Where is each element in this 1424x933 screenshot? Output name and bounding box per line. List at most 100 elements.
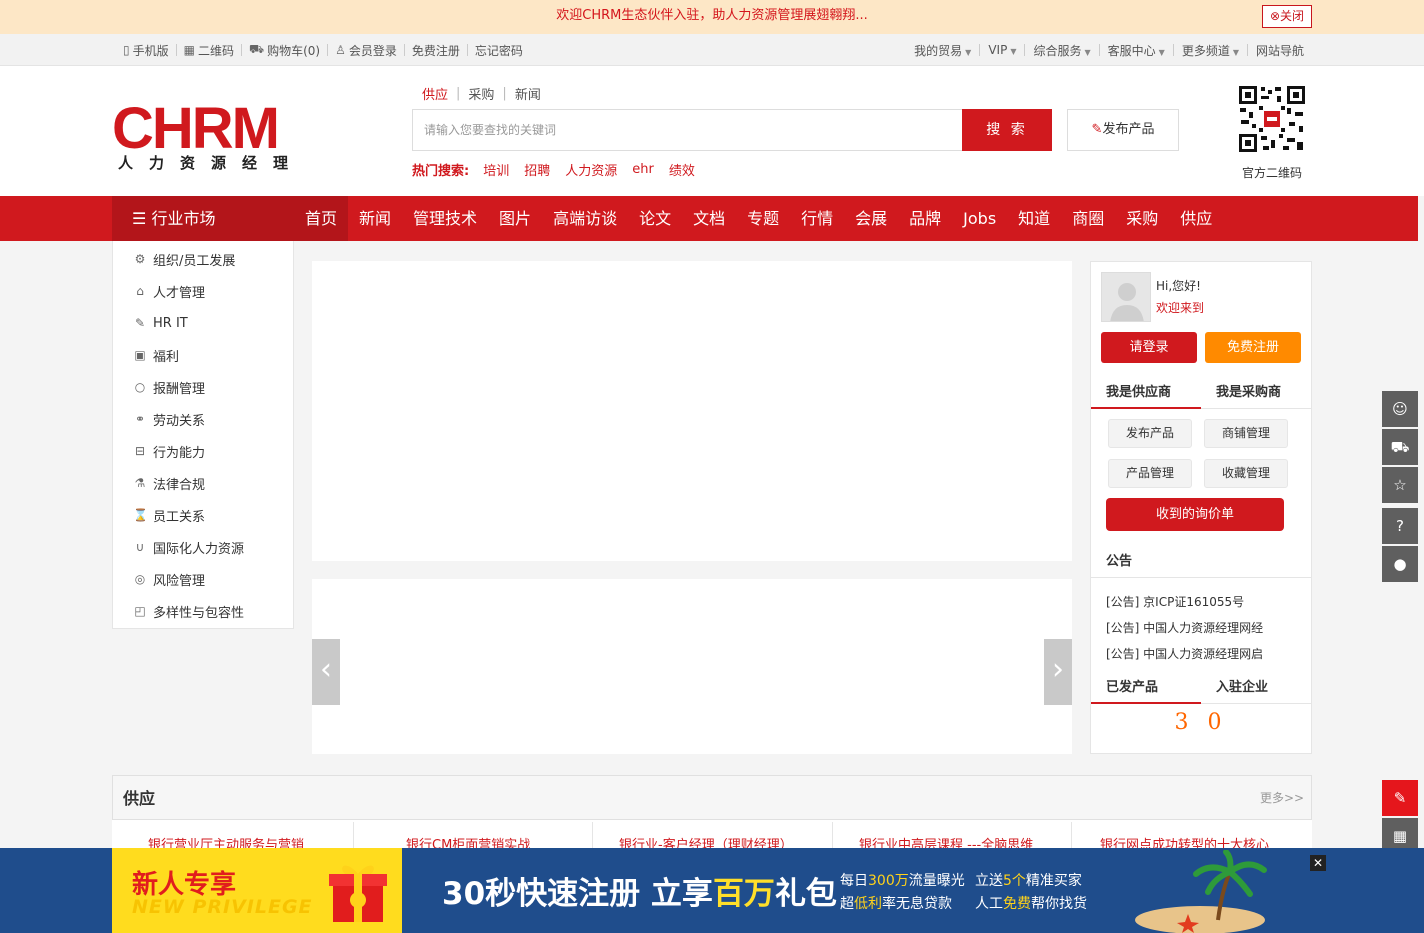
edit-icon: ✎ (1393, 789, 1407, 807)
vip-menu[interactable]: VIP ▼ (980, 43, 1024, 57)
site-logo[interactable]: CHRM 人力资源经理 (112, 96, 292, 176)
favorites-manage-action[interactable]: 收藏管理 (1204, 459, 1288, 488)
hot-keyword[interactable]: 人力资源 (565, 160, 617, 179)
nav-item-brand[interactable]: 品牌 (898, 196, 952, 241)
login-button[interactable]: 请登录 (1101, 332, 1197, 363)
member-login-link[interactable]: ♙ 会员登录 (328, 42, 404, 59)
logo-subtitle: 人力资源经理 (118, 154, 305, 172)
promo-benefit: 每日300万流量曝光 (840, 873, 965, 889)
notice-item[interactable]: [公告] 京ICP证161055号 (1106, 593, 1244, 610)
cart-link[interactable]: ⛟ 购物车(0) (242, 42, 327, 59)
nav-item-purchase[interactable]: 采购 (1115, 196, 1169, 241)
free-register-link[interactable]: 免费注册 (405, 42, 467, 59)
notice-item[interactable]: [公告] 中国人力资源经理网启 (1106, 645, 1263, 662)
customer-service-menu[interactable]: 客服中心 ▼ (1100, 42, 1173, 59)
promo-benefit: 立送5个精准买家 (975, 873, 1082, 889)
banner-close-button[interactable]: ⊗关闭 (1262, 5, 1312, 28)
banner-text[interactable]: 欢迎CHRM生态伙伴入驻，助人力资源管理展翅翱翔... (0, 0, 1424, 34)
sidebar-item-employee[interactable]: ⌛ 员工关系 (133, 505, 205, 525)
promo-close-button[interactable]: ✕ (1310, 855, 1326, 871)
nav-item-news[interactable]: 新闻 (348, 196, 402, 241)
float-cart-button[interactable]: ⛟ (1382, 429, 1418, 465)
nav-item-expo[interactable]: 会展 (844, 196, 898, 241)
notice-item[interactable]: [公告] 中国人力资源经理网经 (1106, 619, 1263, 636)
sidebar-item-risk[interactable]: ◎ 风险管理 (133, 569, 205, 589)
float-help-button[interactable]: ? (1382, 508, 1418, 544)
hot-keyword[interactable]: 招聘 (524, 160, 550, 179)
mobile-link[interactable]: ▯ 手机版 (116, 42, 176, 59)
nav-item-market[interactable]: 行情 (790, 196, 844, 241)
nav-item-jobs[interactable]: Jobs (952, 196, 1007, 241)
apple-icon: ○ (134, 380, 146, 394)
qrcode-link[interactable]: ▦ 二维码 (177, 42, 241, 59)
tab-buyer[interactable]: 我是采购商 (1216, 381, 1281, 400)
nav-item-business[interactable]: 商圈 (1061, 196, 1115, 241)
publish-product-button[interactable]: ✎发布产品 (1067, 109, 1179, 151)
hot-keyword[interactable]: ehr (632, 162, 654, 177)
more-channels-menu[interactable]: 更多频道 ▼ (1174, 42, 1247, 59)
search-button[interactable]: 搜 索 (962, 109, 1052, 151)
search-tab-supply[interactable]: 供应 (422, 84, 456, 103)
hot-keyword[interactable]: 绩效 (669, 160, 695, 179)
nav-item-topics[interactable]: 专题 (736, 196, 790, 241)
carousel-prev-button[interactable]: ‹ (312, 639, 340, 705)
float-service-button[interactable]: ● (1382, 546, 1418, 582)
tab-joined-companies[interactable]: 入驻企业 (1216, 676, 1268, 695)
float-feedback-button[interactable]: ✎ (1382, 780, 1418, 816)
inquiry-button[interactable]: 收到的询价单 (1106, 498, 1284, 531)
search-tab-purchase[interactable]: 采购 (460, 84, 502, 103)
user-icon: ♙ (335, 43, 346, 57)
sidebar-item-international[interactable]: ∪ 国际化人力资源 (133, 537, 244, 557)
utility-right: 我的贸易 ▼ VIP ▼ 综合服务 ▼ 客服中心 ▼ 更多频道 ▼ 网站导航 (906, 34, 1312, 66)
sidebar-item-labor[interactable]: ⚭ 劳动关系 (133, 409, 205, 429)
float-user-button[interactable]: ☺ (1382, 391, 1418, 427)
active-tab-underline (1091, 407, 1201, 409)
supply-more-link[interactable]: 更多>> (1260, 789, 1304, 806)
nav-item-interviews[interactable]: 高端访谈 (542, 196, 628, 241)
tab-supplier[interactable]: 我是供应商 (1106, 381, 1171, 400)
services-menu[interactable]: 综合服务 ▼ (1025, 42, 1098, 59)
tab-published-products[interactable]: 已发产品 (1106, 676, 1158, 695)
nav-item-qa[interactable]: 知道 (1007, 196, 1061, 241)
nav-item-images[interactable]: 图片 (488, 196, 542, 241)
nav-item-home[interactable]: 首页 (294, 196, 349, 241)
mobile-icon: ▯ (123, 43, 130, 57)
sidebar-item-hrit[interactable]: ✎ HR IT (133, 313, 188, 333)
sidebar-item-diversity[interactable]: ◰ 多样性与包容性 (133, 601, 244, 621)
search-tab-news[interactable]: 新闻 (507, 84, 549, 103)
site-nav-link[interactable]: 网站导航 (1248, 42, 1312, 59)
sidebar-item-talent[interactable]: ⌂ 人才管理 (133, 281, 205, 301)
sidebar-item-compensation[interactable]: ○ 报酬管理 (133, 377, 205, 397)
hot-keyword[interactable]: 培训 (483, 160, 509, 179)
caret-down-icon: ▼ (965, 47, 972, 57)
nav-item-supply[interactable]: 供应 (1169, 196, 1223, 241)
close-circle-icon: ⊗ (1269, 9, 1281, 23)
forgot-password-link[interactable]: 忘记密码 (468, 42, 530, 59)
hot-search-label: 热门搜索: (412, 164, 470, 179)
promo-benefit: 超低利率无息贷款 (840, 896, 952, 912)
carousel-next-button[interactable]: › (1044, 639, 1072, 705)
sidebar-item-legal[interactable]: ⚗ 法律合规 (133, 473, 205, 493)
search-input[interactable]: 请输入您要查找的关键词 (412, 109, 964, 151)
my-trade-menu[interactable]: 我的贸易 ▼ (906, 42, 979, 59)
sidebar-item-competency[interactable]: ⊟ 行为能力 (133, 441, 205, 461)
flask-icon: ⚗ (134, 476, 146, 490)
shop-manage-action[interactable]: 商铺管理 (1204, 419, 1288, 448)
nav-item-management[interactable]: 管理技术 (402, 196, 488, 241)
publish-product-action[interactable]: 发布产品 (1108, 419, 1192, 448)
magnet-icon: ∪ (135, 540, 145, 554)
register-button[interactable]: 免费注册 (1205, 332, 1301, 363)
category-menu-button[interactable]: ☰ 行业市场 (112, 196, 294, 241)
nav-item-docs[interactable]: 文档 (682, 196, 736, 241)
product-manage-action[interactable]: 产品管理 (1108, 459, 1192, 488)
nav-item-papers[interactable]: 论文 (628, 196, 682, 241)
piggy-icon: ◎ (134, 572, 146, 586)
float-favorite-button[interactable]: ☆ (1382, 467, 1418, 503)
menu-icon: ☰ (132, 209, 152, 228)
chevron-right-icon: › (1052, 652, 1064, 687)
sidebar-item-welfare[interactable]: ▣ 福利 (133, 345, 179, 365)
promo-headline[interactable]: 30秒快速注册 立享百万礼包 (442, 868, 837, 913)
hourglass-icon: ⌛ (133, 508, 148, 522)
sidebar-item-org-dev[interactable]: ⚙ 组织/员工发展 (133, 249, 236, 269)
service-icon: ● (1393, 555, 1407, 573)
